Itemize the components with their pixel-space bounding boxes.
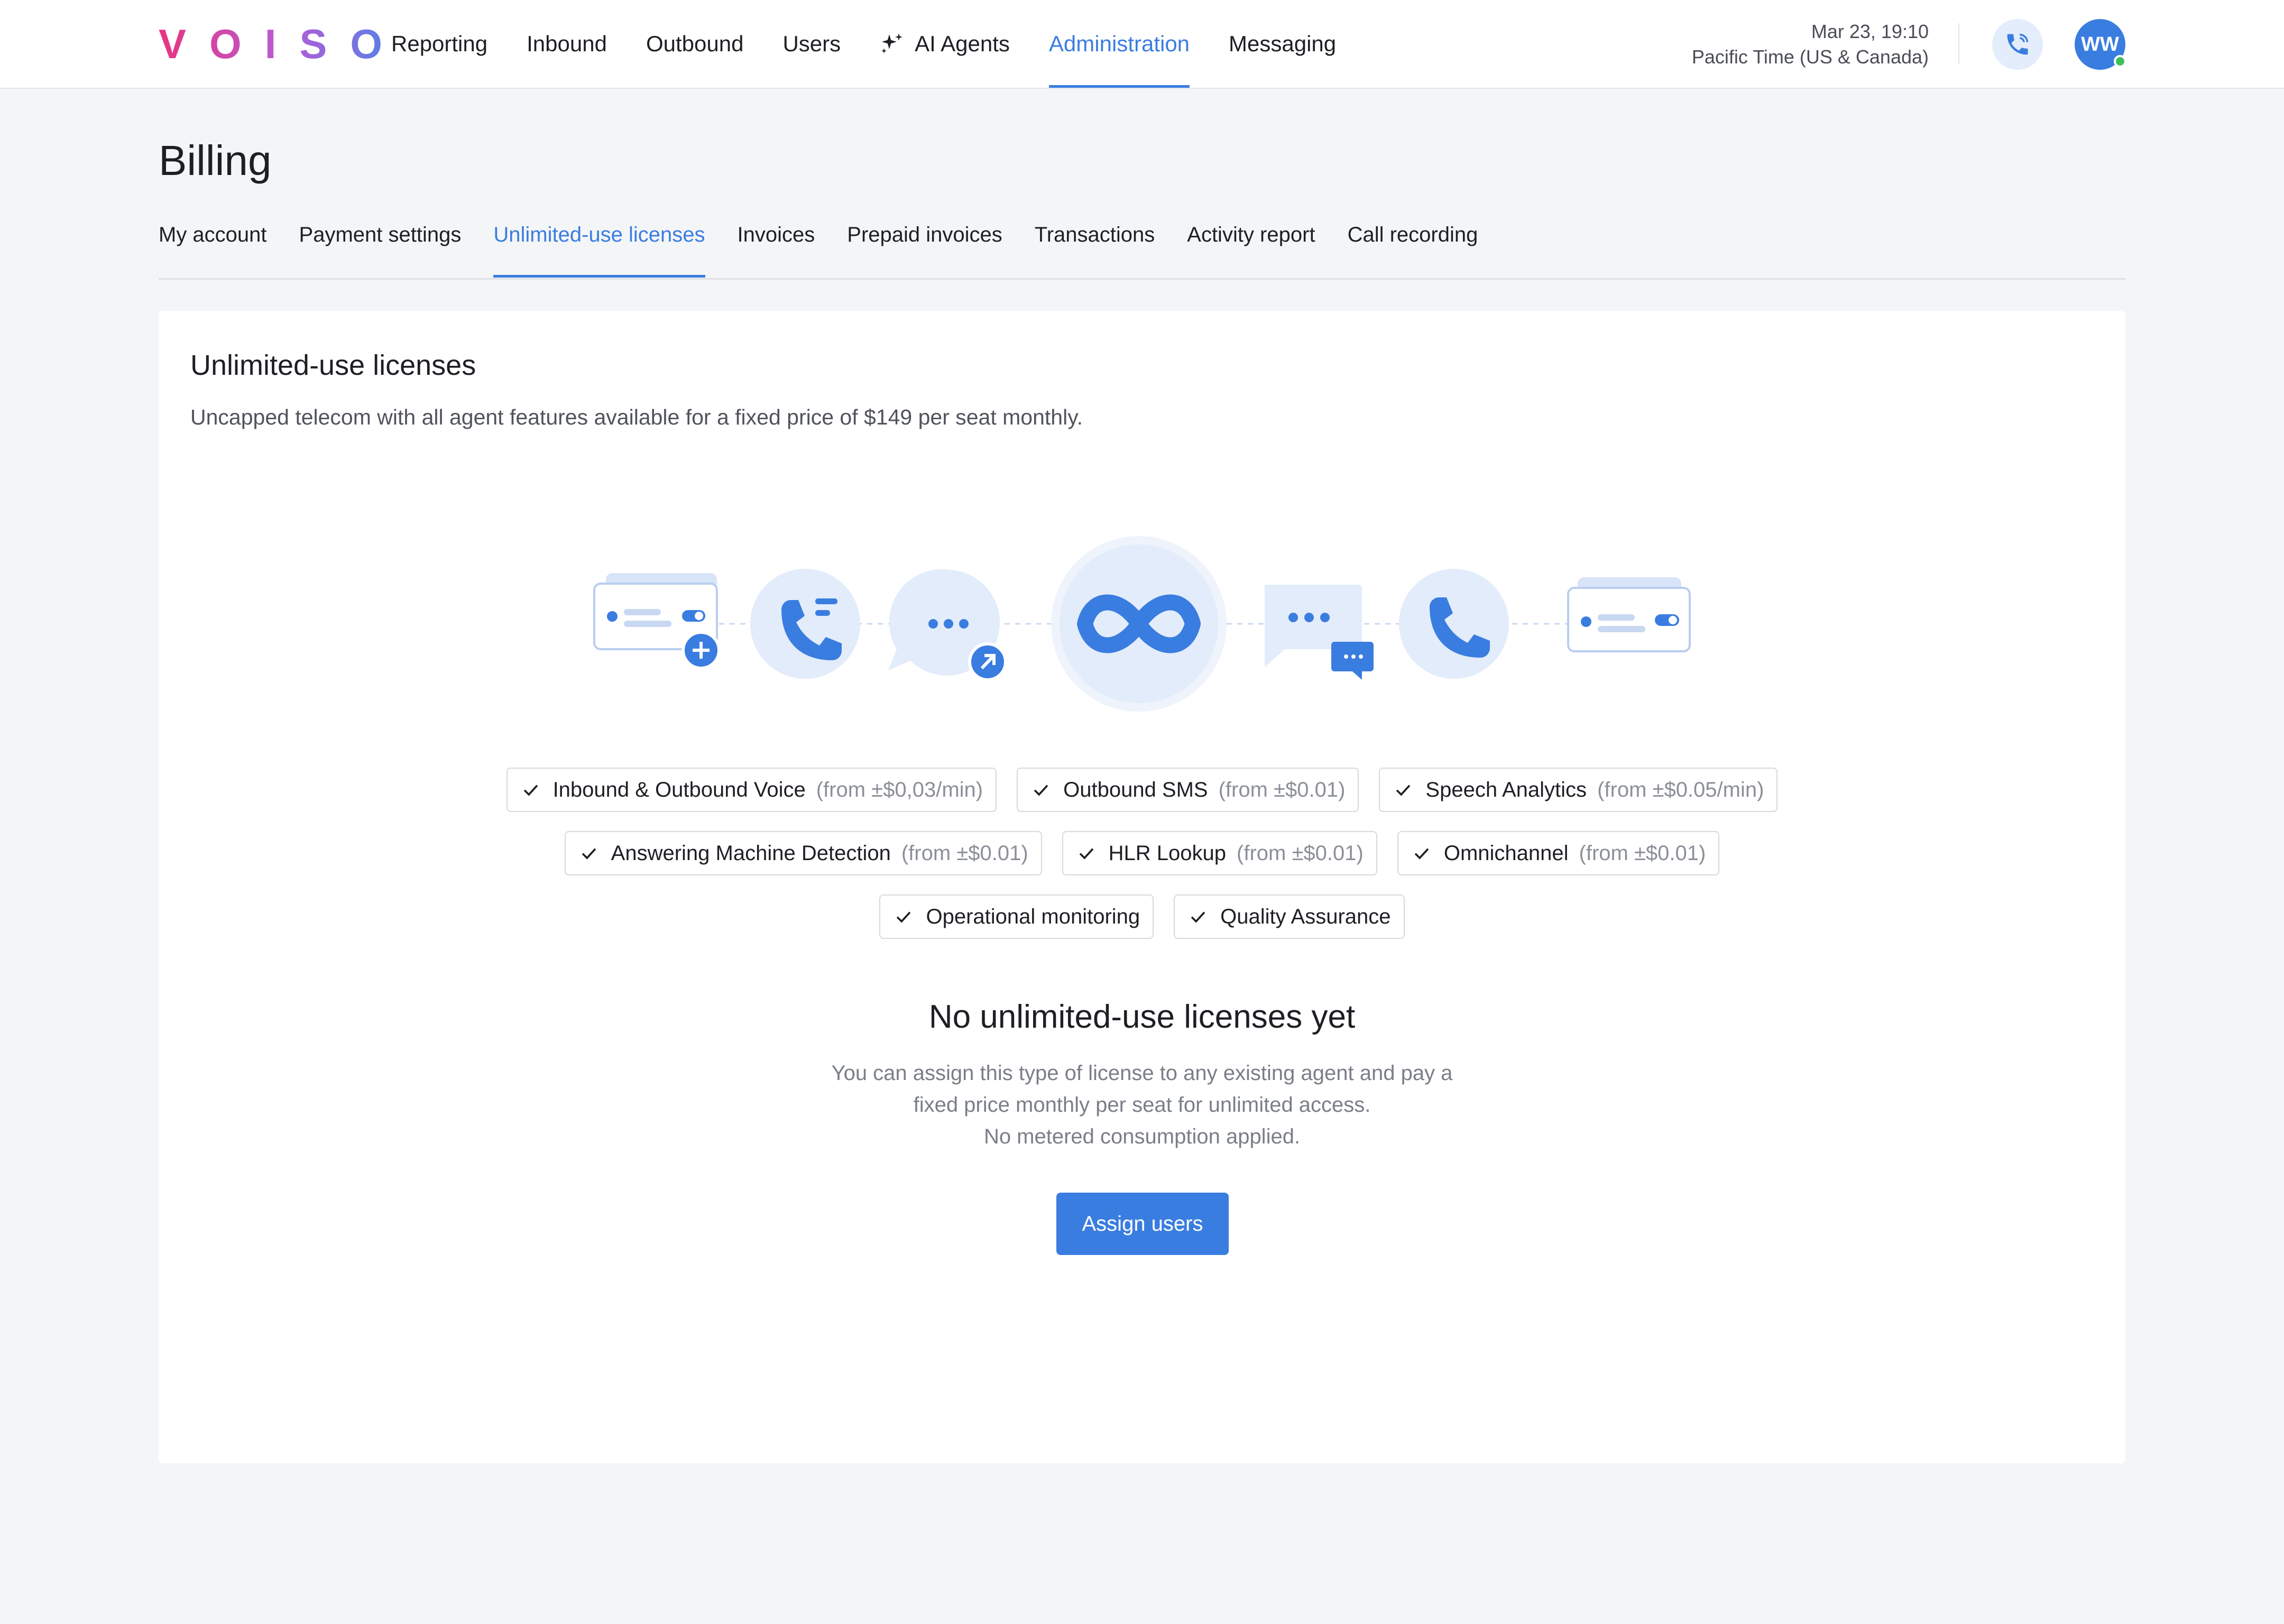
tab-call-recording[interactable]: Call recording	[1348, 223, 1478, 276]
feature-label: Speech Analytics	[1425, 778, 1587, 801]
chat-messages-icon	[1265, 585, 1374, 680]
tab-label: Unlimited-use licenses	[493, 223, 705, 246]
tab-label: Call recording	[1347, 223, 1478, 246]
card-title: Unlimited-use licenses	[190, 349, 476, 381]
datetime-display[interactable]: Mar 23, 19:10 Pacific Time (US & Canada)	[1692, 19, 1929, 70]
tab-prepaid-invoices[interactable]: Prepaid invoices	[847, 223, 1002, 276]
phone-icon	[1399, 569, 1509, 679]
licenses-illustration	[593, 536, 1691, 712]
softphone-button[interactable]	[1992, 19, 2043, 70]
license-card-add-icon	[593, 573, 721, 670]
nav-item-ai-agents[interactable]: AI Agents	[880, 0, 1010, 88]
infinity-icon	[1051, 536, 1227, 712]
check-icon	[1079, 848, 1093, 860]
feature-row-3: Operational monitoring Quality Assurance	[159, 894, 2125, 939]
feature-label: Outbound SMS	[1063, 778, 1208, 801]
check-icon	[1191, 911, 1205, 923]
tab-label: Transactions	[1034, 223, 1155, 246]
tab-payment-settings[interactable]: Payment settings	[299, 223, 462, 276]
feature-price: (from ±$0,03/min)	[816, 778, 983, 801]
feature-chip-voice: Inbound & Outbound Voice (from ±$0,03/mi…	[506, 768, 997, 812]
assign-users-button[interactable]: Assign users	[1056, 1193, 1229, 1255]
check-icon	[582, 848, 596, 860]
billing-tabs: My account Payment settings Unlimited-us…	[159, 223, 2125, 280]
tab-label: Invoices	[737, 223, 815, 246]
feature-label: Omnichannel	[1443, 841, 1569, 865]
feature-chip-omnichannel: Omnichannel (from ±$0.01)	[1397, 831, 1720, 875]
feature-chip-operational-monitoring: Operational monitoring	[879, 894, 1154, 939]
header-divider	[1958, 23, 1959, 64]
feature-label: Quality Assurance	[1220, 905, 1391, 928]
nav-item-users[interactable]: Users	[782, 0, 841, 88]
license-card-icon	[1567, 577, 1691, 652]
user-avatar[interactable]: WW	[2075, 19, 2126, 70]
voiso-logo[interactable]: VOISO	[159, 21, 406, 67]
chat-bubble-arrow-icon	[888, 569, 1007, 681]
card-subtitle: Uncapped telecom with all agent features…	[190, 405, 1083, 429]
feature-price: (from ±$0.01)	[1237, 841, 1364, 865]
nav-label: Inbound	[527, 31, 607, 56]
nav-label: AI Agents	[915, 31, 1010, 56]
feature-chip-amd: Answering Machine Detection (from ±$0.01…	[564, 831, 1042, 875]
feature-price: (from ±$0.05/min)	[1597, 778, 1764, 801]
tab-label: Prepaid invoices	[847, 223, 1002, 246]
nav-item-reporting[interactable]: Reporting	[391, 0, 487, 88]
sparkle-icon	[881, 33, 903, 54]
feature-price: (from ±$0.01)	[901, 841, 1028, 865]
empty-state-line: fixed price monthly per seat for unlimit…	[913, 1093, 1371, 1116]
empty-state-title: No unlimited-use licenses yet	[928, 999, 1356, 1035]
feature-row-1: Inbound & Outbound Voice (from ±$0,03/mi…	[159, 768, 2125, 812]
tab-transactions[interactable]: Transactions	[1035, 223, 1155, 276]
nav-label: Outbound	[646, 31, 744, 56]
logo-text: VOISO	[159, 20, 406, 67]
feature-price: (from ±$0.01)	[1579, 841, 1706, 865]
phone-call-icon	[2007, 33, 2029, 55]
check-icon	[1034, 785, 1048, 796]
nav-label: Users	[782, 31, 841, 56]
check-icon	[1414, 848, 1429, 860]
licenses-card: Unlimited-use licenses Uncapped telecom …	[159, 311, 2125, 1463]
main-nav: Reporting Inbound Outbound Users AI Agen…	[391, 0, 1375, 88]
tab-unlimited-use-licenses[interactable]: Unlimited-use licenses	[493, 223, 705, 278]
feature-chip-quality-assurance: Quality Assurance	[1174, 894, 1405, 939]
nav-item-administration[interactable]: Administration	[1048, 0, 1190, 88]
avatar-initials: WW	[2081, 33, 2119, 56]
feature-label: Answering Machine Detection	[611, 841, 891, 865]
feature-chip-hlr-lookup: HLR Lookup (from ±$0.01)	[1062, 831, 1377, 875]
tab-label: Payment settings	[299, 223, 462, 246]
empty-state-text: You can assign this type of license to a…	[159, 1057, 2125, 1152]
online-status-indicator	[2114, 55, 2126, 68]
feature-chip-sms: Outbound SMS (from ±$0.01)	[1017, 768, 1359, 812]
feature-row-2: Answering Machine Detection (from ±$0.01…	[159, 831, 2125, 875]
nav-label: Administration	[1048, 31, 1190, 56]
feature-price: (from ±$0.01)	[1218, 778, 1346, 801]
current-datetime: Mar 23, 19:10	[1811, 21, 1929, 42]
page-title: Billing	[159, 137, 272, 184]
feature-label: HLR Lookup	[1108, 841, 1227, 865]
check-icon	[897, 911, 911, 923]
nav-item-outbound[interactable]: Outbound	[646, 0, 744, 88]
feature-label: Operational monitoring	[926, 905, 1140, 928]
empty-state-line: No metered consumption applied.	[983, 1125, 1301, 1148]
tab-my-account[interactable]: My account	[159, 223, 267, 276]
nav-label: Reporting	[391, 31, 488, 56]
check-icon	[523, 785, 538, 796]
tab-label: My account	[159, 223, 267, 246]
tab-invoices[interactable]: Invoices	[738, 223, 815, 276]
feature-chip-speech-analytics: Speech Analytics (from ±$0.05/min)	[1379, 768, 1778, 812]
top-navigation-bar: VOISO Reporting Inbound Outbound Users A…	[0, 0, 2284, 89]
tab-activity-report[interactable]: Activity report	[1187, 223, 1315, 276]
check-icon	[1396, 785, 1411, 796]
phone-list-icon	[750, 569, 860, 679]
timezone-label: Pacific Time (US & Canada)	[1691, 46, 1929, 68]
nav-item-messaging[interactable]: Messaging	[1229, 0, 1336, 88]
nav-item-inbound[interactable]: Inbound	[527, 0, 607, 88]
feature-label: Inbound & Outbound Voice	[552, 778, 806, 801]
empty-state-line: You can assign this type of license to a…	[831, 1062, 1453, 1085]
tab-label: Activity report	[1187, 223, 1315, 246]
nav-label: Messaging	[1229, 31, 1337, 56]
